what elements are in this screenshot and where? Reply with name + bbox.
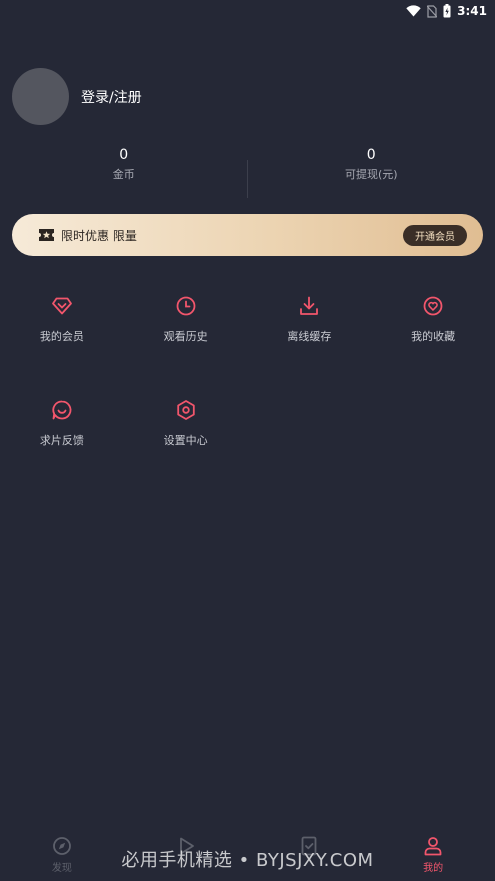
- settings-hexagon-icon: [176, 400, 195, 420]
- menu-grid: 我的会员 观看历史 离线缓存 我的收藏 求片反馈 设置中心: [0, 294, 495, 502]
- menu-item-request-feedback[interactable]: 求片反馈: [0, 398, 124, 502]
- menu-item-watch-history[interactable]: 观看历史: [124, 294, 248, 398]
- menu-row: 求片反馈 设置中心: [0, 398, 495, 502]
- status-bar: 3:41: [0, 0, 495, 22]
- menu-row: 我的会员 观看历史 离线缓存 我的收藏: [0, 294, 495, 398]
- smile-chat-icon: [52, 400, 72, 420]
- download-icon: [300, 296, 319, 315]
- menu-label: 观看历史: [163, 330, 208, 343]
- vip-promo-text: 限时优惠 限量: [61, 228, 137, 243]
- vip-banner[interactable]: 限时优惠 限量 开通会员: [12, 214, 483, 256]
- withdrawable-stat[interactable]: 0 可提现(元): [248, 146, 495, 198]
- status-time: 3:41: [457, 4, 487, 18]
- menu-label: 设置中心: [163, 434, 208, 447]
- menu-item-my-vip[interactable]: 我的会员: [0, 294, 124, 398]
- open-vip-button[interactable]: 开通会员: [403, 224, 467, 246]
- stats-row: 0 金币 0 可提现(元): [0, 146, 495, 198]
- stats-divider: [247, 160, 248, 198]
- profile-screen: 3:41 登录/注册 0 金币 0 可提现(元) 限时优惠 限量 开通会员 我的…: [0, 0, 495, 881]
- coins-label: 金币: [112, 168, 135, 181]
- battery-icon: [443, 4, 451, 18]
- menu-label: 求片反馈: [39, 434, 84, 447]
- menu-item-offline-cache[interactable]: 离线缓存: [248, 294, 372, 398]
- login-register-link[interactable]: 登录/注册: [81, 87, 142, 107]
- menu-item-settings[interactable]: 设置中心: [124, 398, 248, 502]
- ticket-star-icon: [38, 228, 55, 242]
- coins-value: 0: [119, 147, 129, 163]
- coins-stat[interactable]: 0 金币: [0, 146, 248, 198]
- profile-header[interactable]: 登录/注册: [12, 68, 142, 125]
- menu-label: 离线缓存: [287, 330, 332, 343]
- no-sim-icon: [427, 4, 438, 18]
- wifi-icon: [406, 5, 421, 17]
- heart-icon: [423, 296, 443, 316]
- withdrawable-label: 可提现(元): [344, 168, 398, 181]
- withdrawable-value: 0: [366, 147, 376, 163]
- clock-icon: [176, 296, 196, 316]
- avatar[interactable]: [12, 68, 69, 125]
- menu-label: 我的会员: [39, 330, 84, 343]
- menu-item-my-favorites[interactable]: 我的收藏: [371, 294, 495, 398]
- watermark-text: 必用手机精选 • BYJSJXY.COM: [121, 850, 374, 871]
- menu-label: 我的收藏: [411, 330, 456, 343]
- diamond-icon: [51, 297, 72, 315]
